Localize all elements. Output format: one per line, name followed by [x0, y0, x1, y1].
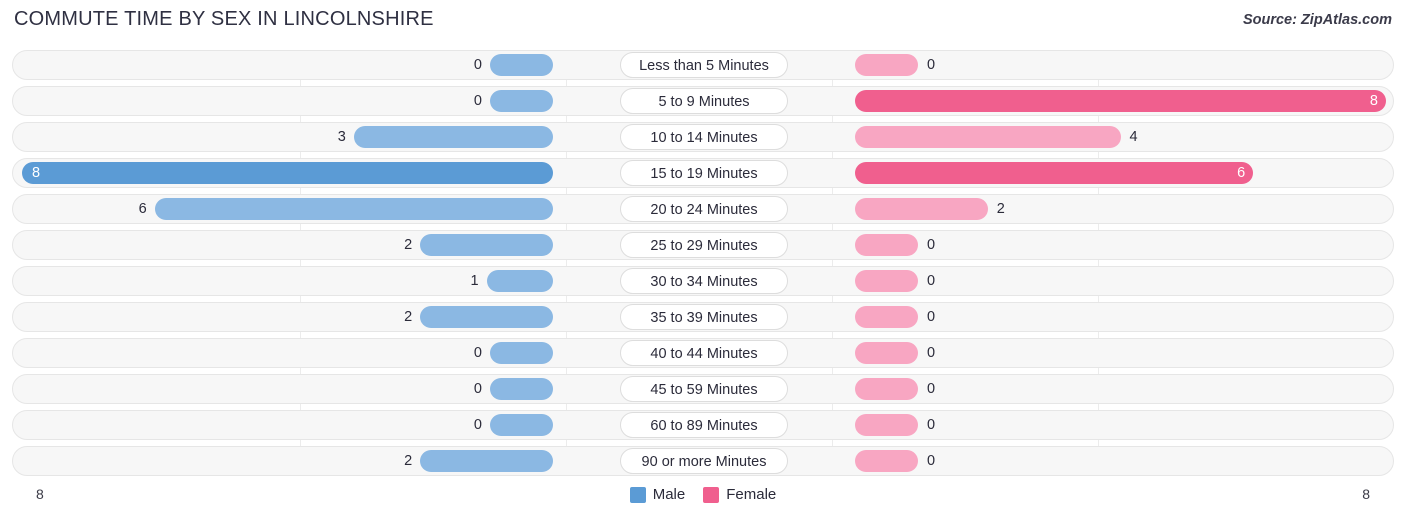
- value-label-female: 0: [927, 57, 936, 73]
- value-label-male: 0: [473, 93, 482, 109]
- value-label-female: 8: [1369, 93, 1378, 109]
- bar-male[interactable]: [490, 342, 553, 364]
- value-label-male: 3: [337, 129, 346, 145]
- value-label-female: 6: [1237, 165, 1246, 181]
- value-label-female: 0: [927, 237, 936, 253]
- value-label-male: 2: [404, 453, 413, 469]
- value-label-male: 2: [404, 309, 413, 325]
- value-label-male: 8: [32, 165, 41, 181]
- chart-row[interactable]: 2 0 90 or more Minutes: [0, 446, 1406, 476]
- value-label-female: 0: [927, 417, 936, 433]
- chart-row[interactable]: 0 0 60 to 89 Minutes: [0, 410, 1406, 440]
- category-label[interactable]: 45 to 59 Minutes: [620, 376, 788, 402]
- bar-male[interactable]: [353, 126, 553, 148]
- value-label-male: 0: [473, 57, 482, 73]
- bar-male[interactable]: [420, 450, 553, 472]
- category-label[interactable]: 20 to 24 Minutes: [620, 196, 788, 222]
- bar-male[interactable]: [420, 234, 553, 256]
- category-label[interactable]: 60 to 89 Minutes: [620, 412, 788, 438]
- chart-row[interactable]: 6 2 20 to 24 Minutes: [0, 194, 1406, 224]
- bar-female[interactable]: [855, 54, 918, 76]
- category-label[interactable]: 15 to 19 Minutes: [620, 160, 788, 186]
- legend-swatch-male: [629, 486, 646, 503]
- diverging-bar-chart: 0 0 Less than 5 Minutes 0 8 5 to 9 Minutes 3 4 1…: [0, 50, 1406, 482]
- bar-female[interactable]: [855, 306, 918, 328]
- bar-female[interactable]: [855, 234, 918, 256]
- legend-label-female: Female: [726, 486, 777, 503]
- value-label-female: 0: [927, 309, 936, 325]
- chart-row[interactable]: 0 0 40 to 44 Minutes: [0, 338, 1406, 368]
- bar-female[interactable]: [855, 126, 1121, 148]
- chart-row[interactable]: 0 0 45 to 59 Minutes: [0, 374, 1406, 404]
- value-label-male: 0: [473, 381, 482, 397]
- bar-female[interactable]: [855, 450, 918, 472]
- chart-row[interactable]: 2 0 25 to 29 Minutes: [0, 230, 1406, 260]
- bar-female[interactable]: [855, 270, 918, 292]
- bar-male[interactable]: [486, 270, 553, 292]
- bar-female[interactable]: [855, 162, 1254, 184]
- bar-male[interactable]: [154, 198, 553, 220]
- chart-row[interactable]: 8 6 15 to 19 Minutes: [0, 158, 1406, 188]
- value-label-male: 1: [470, 273, 479, 289]
- chart-row[interactable]: 3 4 10 to 14 Minutes: [0, 122, 1406, 152]
- bar-female[interactable]: [855, 90, 1386, 112]
- legend-label-male: Male: [652, 486, 686, 503]
- bar-female[interactable]: [855, 414, 918, 436]
- bar-male[interactable]: [420, 306, 553, 328]
- category-label[interactable]: 40 to 44 Minutes: [620, 340, 788, 366]
- value-label-male: 0: [473, 417, 482, 433]
- value-label-female: 0: [927, 273, 936, 289]
- value-label-female: 0: [927, 345, 936, 361]
- bar-male[interactable]: [490, 54, 553, 76]
- bar-female[interactable]: [855, 378, 918, 400]
- bar-male[interactable]: [490, 414, 553, 436]
- chart-row[interactable]: 0 8 5 to 9 Minutes: [0, 86, 1406, 116]
- legend-item-female[interactable]: Female: [703, 486, 776, 503]
- category-label[interactable]: 5 to 9 Minutes: [620, 88, 788, 114]
- value-label-male: 0: [473, 345, 482, 361]
- category-label[interactable]: 30 to 34 Minutes: [620, 268, 788, 294]
- value-label-female: 0: [927, 453, 936, 469]
- chart-row[interactable]: 2 0 35 to 39 Minutes: [0, 302, 1406, 332]
- category-label[interactable]: 25 to 29 Minutes: [620, 232, 788, 258]
- value-label-female: 0: [927, 381, 936, 397]
- category-label[interactable]: 35 to 39 Minutes: [620, 304, 788, 330]
- bar-male[interactable]: [22, 162, 553, 184]
- category-label[interactable]: 10 to 14 Minutes: [620, 124, 788, 150]
- bar-female[interactable]: [855, 198, 988, 220]
- bar-male[interactable]: [490, 90, 553, 112]
- legend-swatch-female: [703, 486, 720, 503]
- legend-item-male[interactable]: Male: [629, 486, 686, 503]
- value-label-female: 2: [996, 201, 1005, 217]
- category-label[interactable]: 90 or more Minutes: [620, 448, 788, 474]
- value-label-female: 4: [1129, 129, 1138, 145]
- page-title: COMMUTE TIME BY SEX IN LINCOLNSHIRE: [14, 8, 434, 30]
- bar-male[interactable]: [490, 378, 553, 400]
- bar-female[interactable]: [855, 342, 918, 364]
- chart-legend: Male Female: [0, 486, 1406, 503]
- chart-row[interactable]: 0 0 Less than 5 Minutes: [0, 50, 1406, 80]
- value-label-male: 2: [404, 237, 413, 253]
- chart-row[interactable]: 1 0 30 to 34 Minutes: [0, 266, 1406, 296]
- category-label[interactable]: Less than 5 Minutes: [620, 52, 788, 78]
- source-attribution: Source: ZipAtlas.com: [1242, 12, 1392, 28]
- value-label-male: 6: [138, 201, 147, 217]
